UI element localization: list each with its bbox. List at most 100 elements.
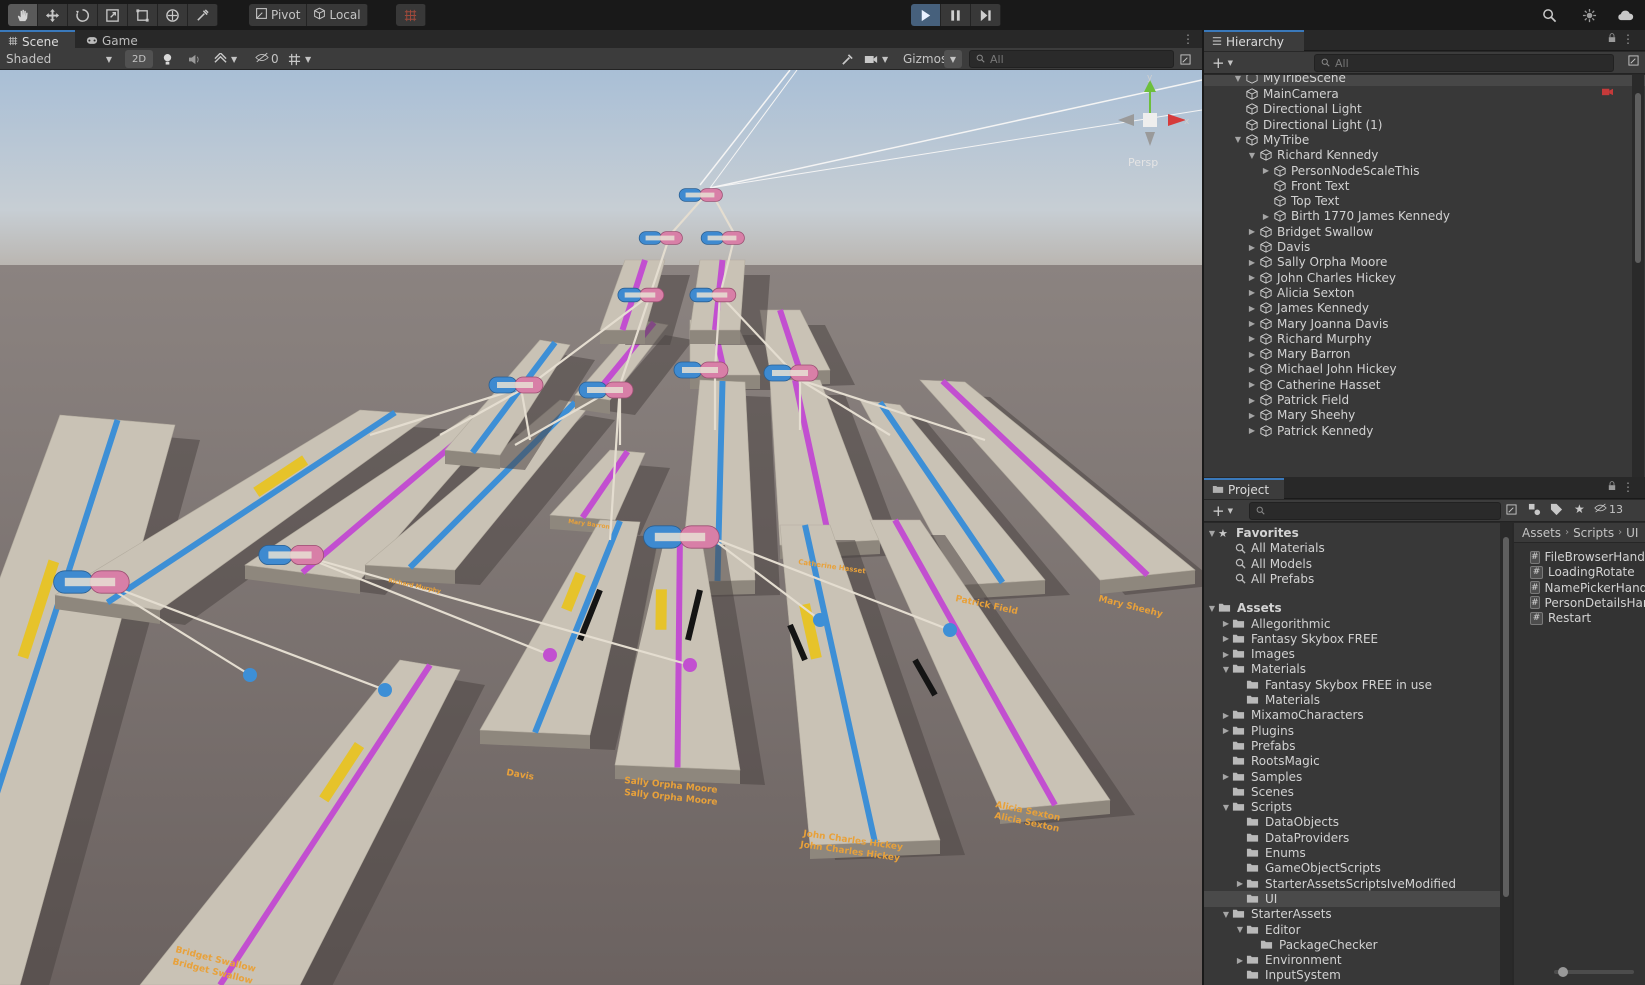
project-folder[interactable]: Enums xyxy=(1204,845,1512,861)
projection-label[interactable]: Persp xyxy=(1128,156,1158,169)
script-file[interactable]: # PersonDetailsHandler xyxy=(1514,595,1645,611)
2d-toggle[interactable]: 2D xyxy=(125,50,153,68)
project-folder[interactable]: DataObjects xyxy=(1204,814,1512,830)
lighting-icon[interactable] xyxy=(162,50,173,68)
favorite-item[interactable]: All Prefabs xyxy=(1204,571,1512,587)
hierarchy-item[interactable]: MainCamera xyxy=(1204,86,1645,102)
project-folder[interactable]: ▼ StarterAssets xyxy=(1204,906,1512,922)
favorite-item[interactable]: All Materials xyxy=(1204,540,1512,556)
gizmo-center-cube[interactable] xyxy=(1143,113,1157,127)
project-folder[interactable]: Fantasy Skybox FREE in use xyxy=(1204,677,1512,693)
move-tool-icon[interactable] xyxy=(38,4,68,26)
project-folder[interactable]: ▼ Scripts xyxy=(1204,799,1512,815)
collapsed-arrow-icon[interactable]: ▶ xyxy=(1246,288,1258,297)
scene-visibility-toggle[interactable]: 0 xyxy=(255,50,279,68)
maximize-search-icon[interactable] xyxy=(1506,504,1517,518)
collapsed-arrow-icon[interactable]: ▶ xyxy=(1220,726,1232,735)
tools-icon[interactable] xyxy=(841,50,854,68)
transform-tool-icon[interactable] xyxy=(158,4,188,26)
breadcrumb-item[interactable]: Assets xyxy=(1522,526,1561,540)
project-folder[interactable]: GameObjectScripts xyxy=(1204,860,1512,876)
project-folder[interactable]: ▼ Editor xyxy=(1204,922,1512,938)
project-folder[interactable]: DataProviders xyxy=(1204,830,1512,846)
collapsed-arrow-icon[interactable]: ▶ xyxy=(1246,380,1258,389)
breadcrumb-item[interactable]: Scripts xyxy=(1573,526,1614,540)
script-file[interactable]: # NamePickerHandler xyxy=(1514,580,1645,596)
local-button[interactable]: Local xyxy=(307,4,368,26)
maximize-search-icon[interactable] xyxy=(1628,55,1639,69)
script-file[interactable]: # FileBrowserHandler xyxy=(1514,549,1645,565)
project-folder[interactable]: ▶ MixamoCharacters xyxy=(1204,707,1512,723)
collapsed-arrow-icon[interactable]: ▶ xyxy=(1246,319,1258,328)
custom-tool-icon[interactable] xyxy=(188,4,218,26)
project-folder[interactable]: ▶ Fantasy Skybox FREE xyxy=(1204,631,1512,647)
camera-icon[interactable]: ▼ xyxy=(864,50,888,68)
grid-visibility-icon[interactable]: ▼ xyxy=(288,50,311,68)
hidden-packages-toggle[interactable]: 13 xyxy=(1594,503,1623,516)
hierarchy-item[interactable]: ▶ PersonNodeScaleThis xyxy=(1204,163,1645,179)
favorite-star-icon[interactable]: ★ xyxy=(1574,502,1585,516)
pause-button[interactable] xyxy=(941,4,971,26)
project-folder[interactable]: ▶ Images xyxy=(1204,646,1512,662)
pivot-button[interactable]: Pivot xyxy=(249,4,308,26)
expand-arrow-icon[interactable]: ▼ xyxy=(1206,604,1218,613)
hierarchy-item[interactable]: ▶ Catherine Hasset xyxy=(1204,377,1645,393)
breadcrumb-item[interactable]: UI xyxy=(1626,526,1638,540)
hierarchy-menu-icon[interactable]: ⋮ xyxy=(1622,32,1634,46)
search-icon[interactable] xyxy=(1534,4,1564,26)
hierarchy-item[interactable]: ▶ Birth 1770 James Kennedy xyxy=(1204,208,1645,224)
hierarchy-item[interactable]: Top Text xyxy=(1204,193,1645,209)
project-folder[interactable]: ▼ Materials xyxy=(1204,661,1512,677)
hierarchy-item[interactable]: ▶ Mary Barron xyxy=(1204,346,1645,362)
collapsed-arrow-icon[interactable]: ▶ xyxy=(1220,634,1232,643)
step-button[interactable] xyxy=(971,4,1001,26)
icon-size-slider[interactable] xyxy=(1554,967,1634,977)
script-file[interactable]: # Restart xyxy=(1514,610,1645,626)
hierarchy-item[interactable]: ▼ MyTribe xyxy=(1204,132,1645,148)
collapsed-arrow-icon[interactable]: ▶ xyxy=(1260,166,1272,175)
create-button[interactable]: + ▼ xyxy=(1212,54,1233,72)
project-tree-scroll-thumb[interactable] xyxy=(1503,537,1509,897)
collapsed-arrow-icon[interactable]: ▶ xyxy=(1246,304,1258,313)
search-by-label-icon[interactable] xyxy=(1550,503,1563,519)
draw-mode-dropdown[interactable]: Shaded ▼ xyxy=(0,50,118,68)
hierarchy-item[interactable]: ▶ Mary Sheehy xyxy=(1204,407,1645,423)
hierarchy-item[interactable]: Directional Light (1) xyxy=(1204,117,1645,133)
expand-arrow-icon[interactable]: ▼ xyxy=(1220,910,1232,919)
expand-arrow-icon[interactable]: ▼ xyxy=(1234,925,1246,934)
hierarchy-tree[interactable]: ▼ MyTribeScene MainCamera Directional Lig… xyxy=(1204,75,1645,477)
project-folder[interactable]: ▶ Environment xyxy=(1204,952,1512,968)
expand-arrow-icon[interactable]: ▼ xyxy=(1246,151,1258,160)
collapsed-arrow-icon[interactable]: ▶ xyxy=(1234,879,1246,888)
audio-icon[interactable] xyxy=(188,50,201,68)
scale-tool-icon[interactable] xyxy=(98,4,128,26)
cloud-icon[interactable] xyxy=(1610,4,1640,26)
collapsed-arrow-icon[interactable]: ▶ xyxy=(1246,350,1258,359)
project-tree-scrollbar[interactable] xyxy=(1500,523,1512,985)
search-by-type-icon[interactable] xyxy=(1528,503,1541,519)
scene-tab-menu-icon[interactable]: ⋮ xyxy=(1182,32,1194,46)
favorites-header[interactable]: ▼ ★ Favorites xyxy=(1204,525,1512,541)
gizmos-chevron-icon[interactable]: ▼ xyxy=(944,50,962,68)
collapsed-arrow-icon[interactable]: ▶ xyxy=(1246,365,1258,374)
rotate-tool-icon[interactable] xyxy=(68,4,98,26)
collapsed-arrow-icon[interactable]: ▶ xyxy=(1234,956,1246,965)
project-folder[interactable]: ▶ Allegorithmic xyxy=(1204,616,1512,632)
hierarchy-scrollbar[interactable] xyxy=(1632,75,1644,477)
collapsed-arrow-icon[interactable]: ▶ xyxy=(1246,334,1258,343)
collapsed-arrow-icon[interactable]: ▶ xyxy=(1246,258,1258,267)
expand-arrow-icon[interactable]: ▼ xyxy=(1220,803,1232,812)
collapsed-arrow-icon[interactable]: ▶ xyxy=(1246,243,1258,252)
scene-header-row[interactable]: ▼ MyTribeScene xyxy=(1204,75,1645,86)
hierarchy-item[interactable]: ▶ Michael John Hickey xyxy=(1204,361,1645,377)
hierarchy-item[interactable]: ▶ Bridget Swallow xyxy=(1204,224,1645,240)
scene-canvas[interactable]: Bridget Swallow Bridget Swallow Davis Sa… xyxy=(0,70,1202,985)
expand-arrow-icon[interactable]: ▼ xyxy=(1220,665,1232,674)
hierarchy-search-input[interactable]: All xyxy=(1314,54,1614,72)
effects-icon[interactable]: ▼ xyxy=(214,50,237,68)
project-folder[interactable]: PackageChecker xyxy=(1204,937,1512,953)
project-folder[interactable]: ▶ Samples xyxy=(1204,769,1512,785)
collapsed-arrow-icon[interactable]: ▶ xyxy=(1220,772,1232,781)
script-file[interactable]: # LoadingRotate xyxy=(1514,564,1645,580)
tab-hierarchy[interactable]: Hierarchy xyxy=(1204,30,1304,51)
